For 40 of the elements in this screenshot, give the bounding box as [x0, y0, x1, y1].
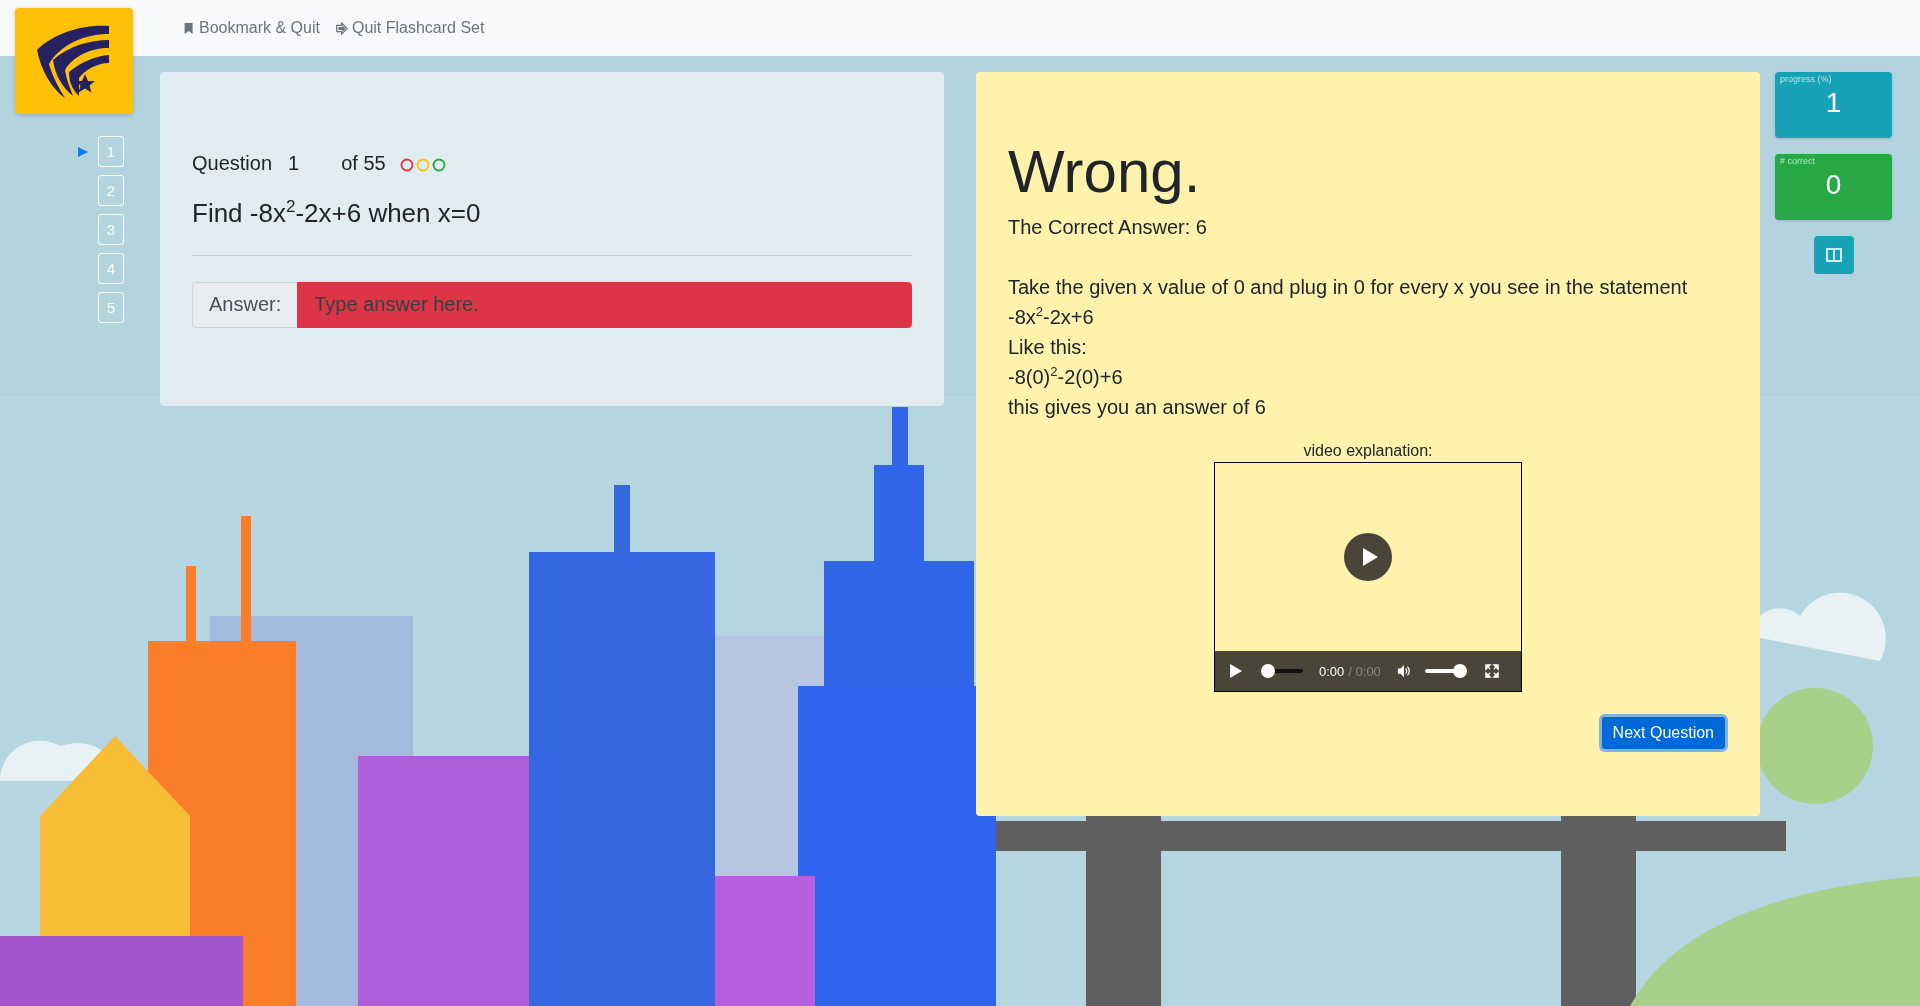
question-number: 1 [288, 152, 300, 175]
verdict-heading: Wrong. [1008, 142, 1202, 202]
volume-icon[interactable] [1396, 663, 1411, 679]
quit-link[interactable]: Quit Flashcard Set [335, 19, 485, 37]
question-label: Question [192, 152, 273, 175]
question-number-button[interactable]: 4 [98, 253, 124, 284]
bookmark-link[interactable]: Bookmark & Quit [183, 19, 320, 37]
duration-time: / 0:00 [1348, 663, 1381, 679]
video-player[interactable]: 0:00 / 0:00 [1214, 462, 1522, 692]
logo[interactable] [15, 8, 133, 114]
play-icon[interactable] [1344, 533, 1392, 581]
explanation-line: Take the given x value of 0 and plug in 0 for every x you see in the statement [1008, 275, 1689, 300]
question-number-button[interactable]: 1 [98, 136, 124, 167]
explanation-line: -8(0)$^{2}$-2(0)+6 [1008, 363, 1124, 390]
question-number-button[interactable]: 5 [98, 292, 124, 323]
stat-value: 1 [1824, 87, 1843, 119]
question-number-button[interactable]: 3 [98, 214, 124, 245]
seek-slider[interactable] [1261, 664, 1303, 678]
fullscreen-icon[interactable] [1484, 663, 1499, 679]
correct-answer-text: The Correct Answer: 6 [1008, 215, 1208, 240]
stat-label: progress (%) [1780, 74, 1833, 84]
explanation-line: this gives you an answer of 6 [1008, 395, 1267, 420]
question-number-button[interactable]: 2 [98, 175, 124, 206]
answer-label: Answer: [192, 281, 298, 328]
bookmark-icon [183, 21, 195, 35]
play-icon[interactable] [1229, 663, 1243, 679]
explanation-line: Like this: [1008, 335, 1088, 360]
stat-label: # correct [1780, 156, 1816, 166]
stat-value: 0 [1824, 169, 1843, 201]
layout-toggle-button[interactable] [1813, 236, 1854, 274]
explanation-line: -8x$^{2}$-2x+6 [1008, 303, 1095, 330]
exit-icon [335, 21, 348, 35]
volume-slider[interactable] [1424, 664, 1467, 678]
video-caption: video explanation: [1302, 442, 1434, 460]
columns-icon [1825, 248, 1842, 262]
question-text: Find -8x$^{2}$-2x+6 when x=0 [192, 197, 482, 229]
answer-field[interactable]: Type answer here. [297, 281, 912, 328]
question-total: of 55 [341, 152, 386, 175]
next-question-button[interactable]: Next Question [1598, 714, 1728, 752]
current-time: 0:00 [1319, 663, 1345, 679]
